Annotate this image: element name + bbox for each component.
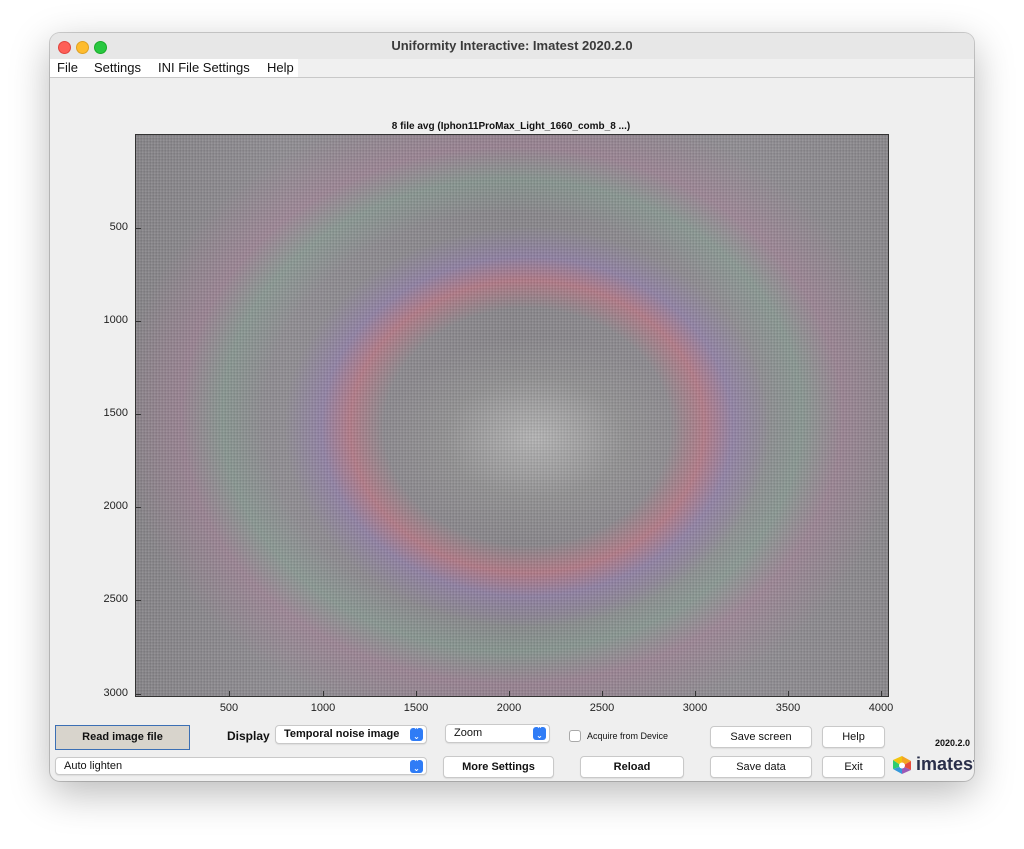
x-tick-label: 1500 [403, 702, 429, 714]
help-button[interactable]: Help [822, 726, 885, 748]
y-tick-label: 2000 [103, 500, 128, 512]
acquire-from-device-label: Acquire from Device [587, 731, 669, 741]
exit-button[interactable]: Exit [822, 756, 885, 778]
menu-file[interactable]: File [57, 60, 78, 75]
display-label: Display [227, 729, 270, 743]
y-tick-mark [136, 414, 141, 415]
select-arrow-icon: ⌃ ⌄ [410, 759, 423, 773]
auto-lighten-select[interactable]: Auto lighten ⌃ ⌄ [55, 757, 427, 775]
x-tick-mark [695, 691, 696, 696]
read-image-file-button[interactable]: Read image file [55, 725, 190, 750]
noise-image-plot[interactable] [135, 134, 889, 697]
title-bar: Uniformity Interactive: Imatest 2020.2.0 [50, 33, 974, 60]
x-tick-label: 1000 [310, 702, 336, 714]
select-arrow-icon: ⌃ ⌄ [533, 726, 546, 740]
display-select[interactable]: Temporal noise image ⌃ ⌄ [275, 725, 427, 744]
x-tick-mark [416, 691, 417, 696]
x-tick-mark [881, 691, 882, 696]
x-tick-label: 2500 [589, 702, 615, 714]
x-tick-label: 4000 [868, 702, 894, 714]
select-arrow-icon: ⌃ ⌄ [410, 727, 423, 741]
x-tick-mark [509, 691, 510, 696]
menu-settings[interactable]: Settings [94, 60, 141, 75]
save-data-button[interactable]: Save data [710, 756, 812, 778]
y-tick-label: 500 [109, 221, 128, 233]
plot-title: 8 file avg (Iphon11ProMax_Light_1660_com… [391, 121, 631, 132]
x-tick-mark [788, 691, 789, 696]
acquire-from-device-checkbox[interactable] [569, 730, 581, 742]
more-settings-button[interactable]: More Settings [443, 756, 554, 778]
menu-bar: File Settings INI File Settings Help [50, 59, 974, 78]
window-title: Uniformity Interactive: Imatest 2020.2.0 [391, 38, 633, 53]
y-tick-mark [136, 507, 141, 508]
y-tick-mark [136, 600, 141, 601]
y-tick-label: 2500 [103, 593, 128, 605]
x-tick-label: 3500 [775, 702, 801, 714]
x-tick-mark [602, 691, 603, 696]
y-tick-mark [136, 694, 141, 695]
imatest-logo-text: imatest [916, 754, 974, 774]
save-screen-button[interactable]: Save screen [710, 726, 812, 748]
zoom-select[interactable]: Zoom ⌃ ⌄ [445, 724, 550, 743]
version-label: 2020.2.0 [935, 738, 971, 748]
reload-button[interactable]: Reload [580, 756, 684, 778]
y-tick-label: 1500 [103, 407, 128, 419]
app-window: Uniformity Interactive: Imatest 2020.2.0… [50, 33, 974, 781]
y-tick-mark [136, 228, 141, 229]
y-tick-label: 3000 [103, 687, 128, 699]
y-tick-mark [136, 321, 141, 322]
menu-help[interactable]: Help [267, 60, 294, 75]
x-tick-mark [229, 691, 230, 696]
x-tick-label: 500 [219, 702, 239, 714]
imatest-logo-icon [893, 756, 911, 774]
x-tick-mark [323, 691, 324, 696]
y-tick-label: 1000 [103, 314, 128, 326]
menu-ini-file-settings[interactable]: INI File Settings [158, 60, 250, 75]
x-tick-label: 3000 [682, 702, 708, 714]
x-tick-label: 2000 [496, 702, 522, 714]
